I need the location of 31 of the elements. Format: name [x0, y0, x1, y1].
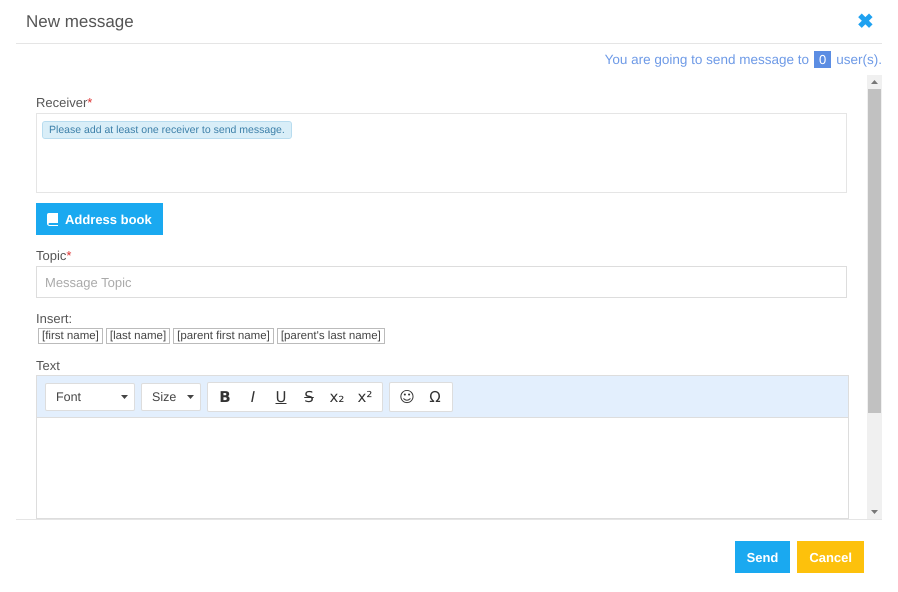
- topic-label: Topic*: [36, 248, 72, 263]
- insert-token[interactable]: [first name]: [38, 328, 103, 344]
- scroll-down-icon[interactable]: [871, 510, 878, 514]
- toolbar-button[interactable]: S: [295, 384, 323, 408]
- toolbar-dropdown[interactable]: Size: [141, 382, 201, 410]
- recipient-notice: You are going to send message to: [604, 52, 809, 67]
- recipient-notice-suffix: user(s).: [836, 52, 882, 67]
- receiver-label: Receiver*: [36, 95, 94, 110]
- dialog-title: New message: [26, 12, 134, 32]
- toolbar-dropdown[interactable]: Font: [45, 382, 135, 410]
- receiver-hint: Please add at least one receiver to send message.: [42, 121, 292, 139]
- toolbar-button[interactable]: ☺: [393, 384, 421, 408]
- insert-token[interactable]: [parent's last name]: [276, 328, 385, 344]
- caret-icon: [121, 394, 128, 398]
- receiver-field[interactable]: Please add at least one receiver to send message.: [36, 113, 847, 193]
- recipient-count: 0: [814, 51, 832, 68]
- topic-field[interactable]: Message Topic: [36, 266, 847, 298]
- insert-label: Insert:: [36, 311, 74, 326]
- insert-token[interactable]: [last name]: [106, 328, 170, 344]
- book-icon: [47, 212, 58, 226]
- scrollbar-thumb[interactable]: [868, 89, 881, 413]
- toolbar-button[interactable]: x₂: [323, 384, 351, 408]
- toolbar-button[interactable]: Ω: [421, 384, 449, 408]
- scroll-up-icon[interactable]: [871, 80, 878, 84]
- caret-icon: [187, 394, 194, 398]
- insert-token[interactable]: [parent first name]: [173, 328, 274, 344]
- toolbar-button[interactable]: x²: [351, 384, 379, 408]
- toolbar-button[interactable]: U: [267, 384, 295, 408]
- text-label: Text: [36, 358, 61, 373]
- toolbar-button[interactable]: B: [211, 384, 239, 408]
- toolbar-button[interactable]: I: [239, 384, 267, 408]
